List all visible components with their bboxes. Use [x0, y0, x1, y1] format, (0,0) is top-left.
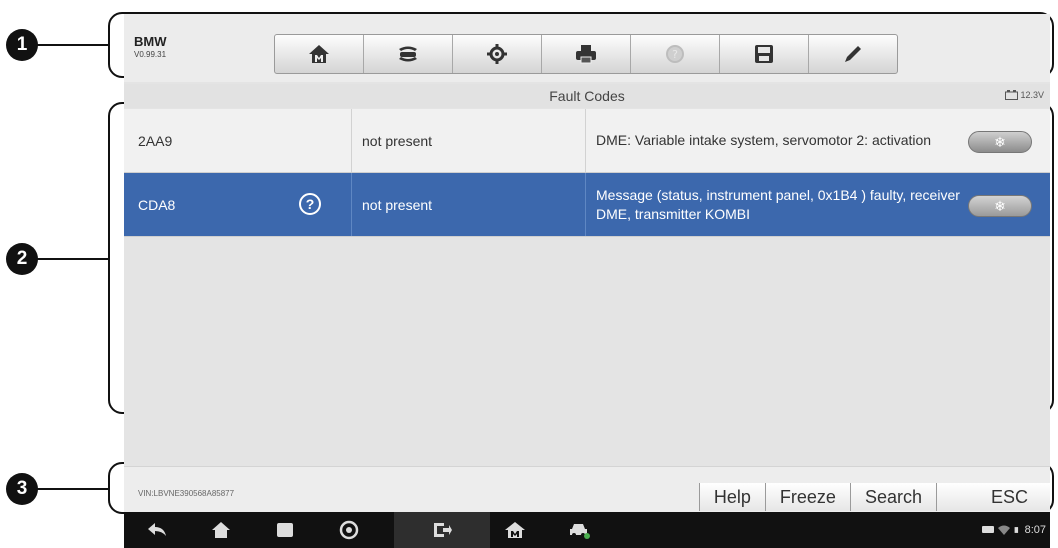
edit-pen-icon: [845, 46, 861, 62]
snowflake-icon: ❄: [994, 197, 1006, 214]
recent-apps-button[interactable]: [270, 518, 300, 542]
page-title: Fault Codes: [549, 88, 625, 104]
settings-gear-icon: [487, 44, 507, 64]
freeze-frame-button[interactable]: ❄: [968, 131, 1032, 153]
wifi-icon: [997, 525, 1010, 535]
fault-status-cell: not present: [352, 109, 586, 172]
fault-description-cell: DME: Variable intake system, servomotor …: [586, 109, 1050, 172]
freeze-frame-button[interactable]: ❄: [968, 195, 1032, 217]
table-row[interactable]: 2AA9 not present DME: Variable intake sy…: [124, 109, 1050, 173]
fault-description: Message (status, instrument panel, 0x1B4…: [596, 186, 960, 222]
battery-status-icon: [1014, 527, 1018, 533]
edit-button[interactable]: [809, 35, 897, 73]
vehicle-info: BMW V0.99.31: [134, 34, 167, 60]
function-buttons: Help Freeze Search ESC: [698, 483, 1050, 511]
car-icon: [570, 524, 590, 539]
fault-code-cell: CDA8 ?: [124, 173, 352, 236]
recent-apps-icon: [277, 523, 293, 537]
function-bar: VIN:LBVNE390568A85877 Help Freeze Search…: [124, 466, 1050, 512]
top-toolbar: BMW V0.99.31 ?: [124, 14, 1050, 82]
android-home-icon: [212, 522, 230, 538]
home-icon: [309, 45, 329, 63]
vehicle-menu-button[interactable]: [564, 518, 594, 542]
fault-code: CDA8: [138, 196, 176, 213]
vehicle-make: BMW: [134, 34, 167, 49]
help-button[interactable]: Help: [698, 483, 765, 511]
back-arrow-icon: [148, 523, 166, 536]
vehicle-swap-icon: [399, 46, 417, 62]
vci-connect-icon: [434, 523, 452, 537]
browser-icon: [339, 520, 359, 540]
software-version: V0.99.31: [134, 50, 167, 59]
esc-button[interactable]: ESC: [935, 483, 1050, 511]
help-question-mark: ?: [305, 196, 315, 212]
vin-label: VIN:LBVNE390568A85877: [138, 489, 235, 498]
save-icon: [755, 45, 773, 63]
fault-status: not present: [362, 132, 433, 149]
callout-badge-2: 2: [6, 243, 38, 275]
tablet-screen: BMW V0.99.31 ? Fault Codes 12.3V 2AA9 no…: [124, 14, 1050, 548]
home-nav-button[interactable]: [206, 518, 236, 542]
settings-button[interactable]: [453, 35, 542, 73]
fault-code-table: 2AA9 not present DME: Variable intake sy…: [124, 109, 1050, 237]
system-status: 8:07: [981, 524, 1046, 536]
save-button[interactable]: [720, 35, 809, 73]
print-button[interactable]: [542, 35, 631, 73]
fault-status-cell: not present: [352, 173, 586, 236]
help-icon: ?: [666, 45, 684, 63]
battery-voltage: 12.3V: [1005, 90, 1044, 100]
fault-description-cell: Message (status, instrument panel, 0x1B4…: [586, 173, 1050, 236]
help-circle-icon[interactable]: ?: [299, 193, 321, 215]
callout-badge-3: 3: [6, 473, 38, 505]
fault-status: not present: [362, 196, 433, 213]
svg-text:?: ?: [672, 48, 678, 61]
fault-code: 2AA9: [138, 132, 173, 149]
maxisys-home-button[interactable]: [500, 518, 530, 542]
table-row[interactable]: CDA8 ? not present Message (status, inst…: [124, 173, 1050, 237]
voltage-value: 12.3V: [1020, 90, 1044, 100]
printer-icon: [576, 45, 596, 64]
callout-leader-1: [30, 44, 110, 46]
toolbar-buttons: ?: [274, 34, 898, 74]
vehicle-swap-button[interactable]: [364, 35, 453, 73]
maxisys-home-icon: [505, 522, 525, 538]
freeze-button[interactable]: Freeze: [764, 483, 850, 511]
fault-code-cell: 2AA9: [124, 109, 352, 172]
vci-connect-button[interactable]: [394, 512, 490, 548]
search-button[interactable]: Search: [849, 483, 936, 511]
system-nav-bar: 8:07: [124, 512, 1050, 548]
callout-badge-1: 1: [6, 29, 38, 61]
clock: 8:07: [1024, 524, 1046, 536]
back-button[interactable]: [142, 518, 172, 542]
callout-leader-2: [30, 258, 110, 260]
snowflake-icon: ❄: [994, 133, 1006, 150]
home-button[interactable]: [275, 35, 364, 73]
battery-icon: [1005, 90, 1019, 100]
title-bar: Fault Codes 12.3V: [124, 84, 1050, 108]
fault-description: DME: Variable intake system, servomotor …: [596, 132, 932, 148]
callout-leader-3: [30, 488, 110, 490]
browser-button[interactable]: [334, 518, 364, 542]
message-icon: [981, 526, 994, 533]
help-toolbar-button[interactable]: ?: [631, 35, 720, 73]
